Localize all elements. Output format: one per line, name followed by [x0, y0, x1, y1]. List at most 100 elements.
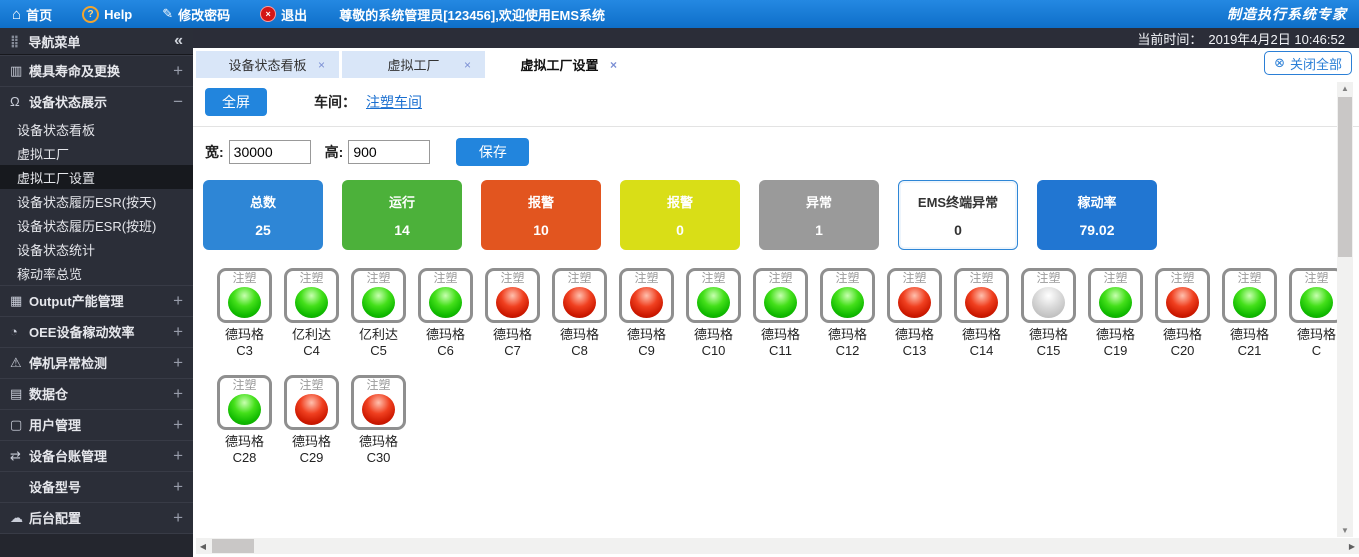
device-card-c6[interactable]: 注塑德玛格C6	[416, 268, 475, 359]
sidebar-subitem-device-statistics[interactable]: 设备状态统计	[0, 237, 193, 261]
device-name: 德玛格C	[1287, 327, 1337, 359]
scroll-left-icon[interactable]: ◀	[196, 542, 210, 551]
device-card-c3[interactable]: 注塑德玛格C3	[215, 268, 274, 359]
home-button[interactable]: ⌂ 首页	[12, 5, 52, 24]
device-box: 注塑	[485, 268, 540, 323]
device-card-c20[interactable]: 注塑德玛格C20	[1153, 268, 1212, 359]
sidebar-item-downtime-detect[interactable]: ⚠停机异常检测+	[0, 347, 193, 378]
status-card-alarm[interactable]: 报警 10	[481, 180, 601, 250]
workshop-link[interactable]: 注塑车间	[366, 92, 422, 112]
device-card-c15[interactable]: 注塑德玛格C15	[1019, 268, 1078, 359]
expand-plus-icon[interactable]: +	[173, 61, 183, 81]
tab-virtual-factory-settings[interactable]: 虚拟工厂设置×	[488, 51, 631, 78]
save-button[interactable]: 保存	[456, 138, 529, 166]
status-card-value: 10	[533, 222, 549, 238]
sidebar-item-device-ledger[interactable]: ⇄设备台账管理+	[0, 440, 193, 471]
tab-close-icon[interactable]: ×	[464, 58, 471, 72]
status-light-green-icon	[429, 287, 462, 318]
device-brand: 德玛格	[1019, 327, 1078, 343]
device-card-c[interactable]: 注塑德玛格C	[1287, 268, 1337, 359]
sidebar-item-oee[interactable]: ◔OEE设备稼动效率+	[0, 316, 193, 347]
device-card-c7[interactable]: 注塑德玛格C7	[483, 268, 542, 359]
status-card-ems-terminal[interactable]: EMS终端异常0	[898, 180, 1018, 250]
expand-plus-icon[interactable]: +	[173, 446, 183, 466]
vertical-scrollbar[interactable]: ▲ ▼	[1337, 82, 1353, 537]
sidebar-item-output[interactable]: ▦Output产能管理+	[0, 285, 193, 316]
status-card-label: 报警	[528, 192, 554, 211]
width-input[interactable]	[229, 140, 311, 164]
tab-device-kanban[interactable]: 设备状态看板×	[196, 51, 339, 78]
device-card-c4[interactable]: 注塑亿利达C4	[282, 268, 341, 359]
sidebar-item-data-warehouse[interactable]: ▤数据仓+	[0, 378, 193, 409]
tab-close-icon[interactable]: ×	[610, 58, 617, 72]
sidebar-subitem-virtual-factory[interactable]: 虚拟工厂	[0, 141, 193, 165]
status-card-abnormal[interactable]: 异常1	[759, 180, 879, 250]
expand-plus-icon[interactable]: +	[173, 291, 183, 311]
device-card-c14[interactable]: 注塑德玛格C14	[952, 268, 1011, 359]
device-card-c9[interactable]: 注塑德玛格C9	[617, 268, 676, 359]
fullscreen-button[interactable]: 全屏	[205, 88, 267, 116]
device-brand: 德玛格	[1220, 327, 1279, 343]
device-card-c11[interactable]: 注塑德玛格C11	[751, 268, 810, 359]
device-card-c5[interactable]: 注塑亿利达C5	[349, 268, 408, 359]
tab-list: 设备状态看板×虚拟工厂×虚拟工厂设置×	[196, 51, 631, 78]
expand-plus-icon[interactable]: +	[173, 508, 183, 528]
expand-plus-icon[interactable]: +	[173, 384, 183, 404]
status-light-red-icon	[898, 287, 931, 318]
device-card-c10[interactable]: 注塑德玛格C10	[684, 268, 743, 359]
scroll-right-icon[interactable]: ▶	[1345, 542, 1359, 551]
horizontal-scrollbar[interactable]: ◀ ▶	[196, 538, 1359, 554]
expand-plus-icon[interactable]: +	[173, 477, 183, 497]
close-all-tabs-button[interactable]: ⊗ 关闭全部	[1264, 51, 1352, 75]
device-box: 注塑	[284, 375, 339, 430]
device-process-tag: 注塑	[488, 272, 537, 285]
sidebar-subitem-device-kanban[interactable]: 设备状态看板	[0, 117, 193, 141]
sidebar-item-user-management[interactable]: ▢用户管理 +	[0, 409, 193, 440]
device-card-c12[interactable]: 注塑德玛格C12	[818, 268, 877, 359]
device-box: 注塑	[1222, 268, 1277, 323]
status-card-running[interactable]: 运行14	[342, 180, 462, 250]
device-card-c19[interactable]: 注塑德玛格C19	[1086, 268, 1145, 359]
status-light-red-icon	[965, 287, 998, 318]
sidebar-subitem-virtual-factory-settings[interactable]: 虚拟工厂设置	[0, 165, 193, 189]
status-card-label: EMS终端异常	[918, 192, 998, 211]
device-card-c13[interactable]: 注塑德玛格C13	[885, 268, 944, 359]
device-card-c28[interactable]: 注塑德玛格C28	[215, 375, 274, 466]
sidebar-item-backend-config[interactable]: ☁后台配置+	[0, 502, 193, 533]
sidebar-item-mold-life[interactable]: ▥模具寿命及更换+	[0, 55, 193, 86]
user-icon: ▢	[10, 417, 29, 433]
expand-plus-icon[interactable]: +	[173, 415, 183, 435]
sidebar-item-device-model[interactable]: 设备型号+	[0, 471, 193, 502]
sidebar-item-label: 用户管理	[29, 415, 81, 434]
horizontal-scrollbar-thumb[interactable]	[212, 539, 254, 553]
expand-plus-icon[interactable]: +	[173, 322, 183, 342]
sidebar-item-device-status[interactable]: Ω设备状态展示−	[0, 86, 193, 117]
collapse-minus-icon[interactable]: −	[173, 92, 183, 112]
device-card-c29[interactable]: 注塑德玛格C29	[282, 375, 341, 466]
device-process-tag: 注塑	[622, 272, 671, 285]
collapse-sidebar-icon[interactable]: «	[174, 32, 183, 50]
sidebar-subitem-esr-by-day[interactable]: 设备状态履历ESR(按天)	[0, 189, 193, 213]
change-password-button[interactable]: ✎ 修改密码	[162, 5, 230, 24]
expand-plus-icon[interactable]: +	[173, 353, 183, 373]
device-brand: 德玛格	[1086, 327, 1145, 343]
sidebar-subitem-esr-by-shift[interactable]: 设备状态履历ESR(按班)	[0, 213, 193, 237]
vertical-scrollbar-thumb[interactable]	[1338, 97, 1352, 257]
scroll-down-icon[interactable]: ▼	[1341, 524, 1349, 537]
logout-button[interactable]: × 退出	[260, 5, 307, 24]
size-form: 宽: 高: 保存	[193, 127, 1359, 167]
sidebar-header: ⣿ 导航菜单 «	[0, 28, 193, 55]
status-card-utilization[interactable]: 稼动率79.02	[1037, 180, 1157, 250]
scroll-up-icon[interactable]: ▲	[1341, 82, 1349, 95]
height-input[interactable]	[348, 140, 430, 164]
device-card-c21[interactable]: 注塑德玛格C21	[1220, 268, 1279, 359]
help-button[interactable]: ? Help	[82, 6, 132, 23]
device-card-c8[interactable]: 注塑德玛格C8	[550, 268, 609, 359]
status-card-alarm-yellow[interactable]: 报警0	[620, 180, 740, 250]
device-card-c30[interactable]: 注塑德玛格C30	[349, 375, 408, 466]
tab-close-icon[interactable]: ×	[318, 58, 325, 72]
help-icon: ?	[82, 6, 99, 23]
sidebar-subitem-utilization-overview[interactable]: 稼动率总览	[0, 261, 193, 285]
tab-virtual-factory[interactable]: 虚拟工厂×	[342, 51, 485, 78]
status-card-total[interactable]: 总数25	[203, 180, 323, 250]
